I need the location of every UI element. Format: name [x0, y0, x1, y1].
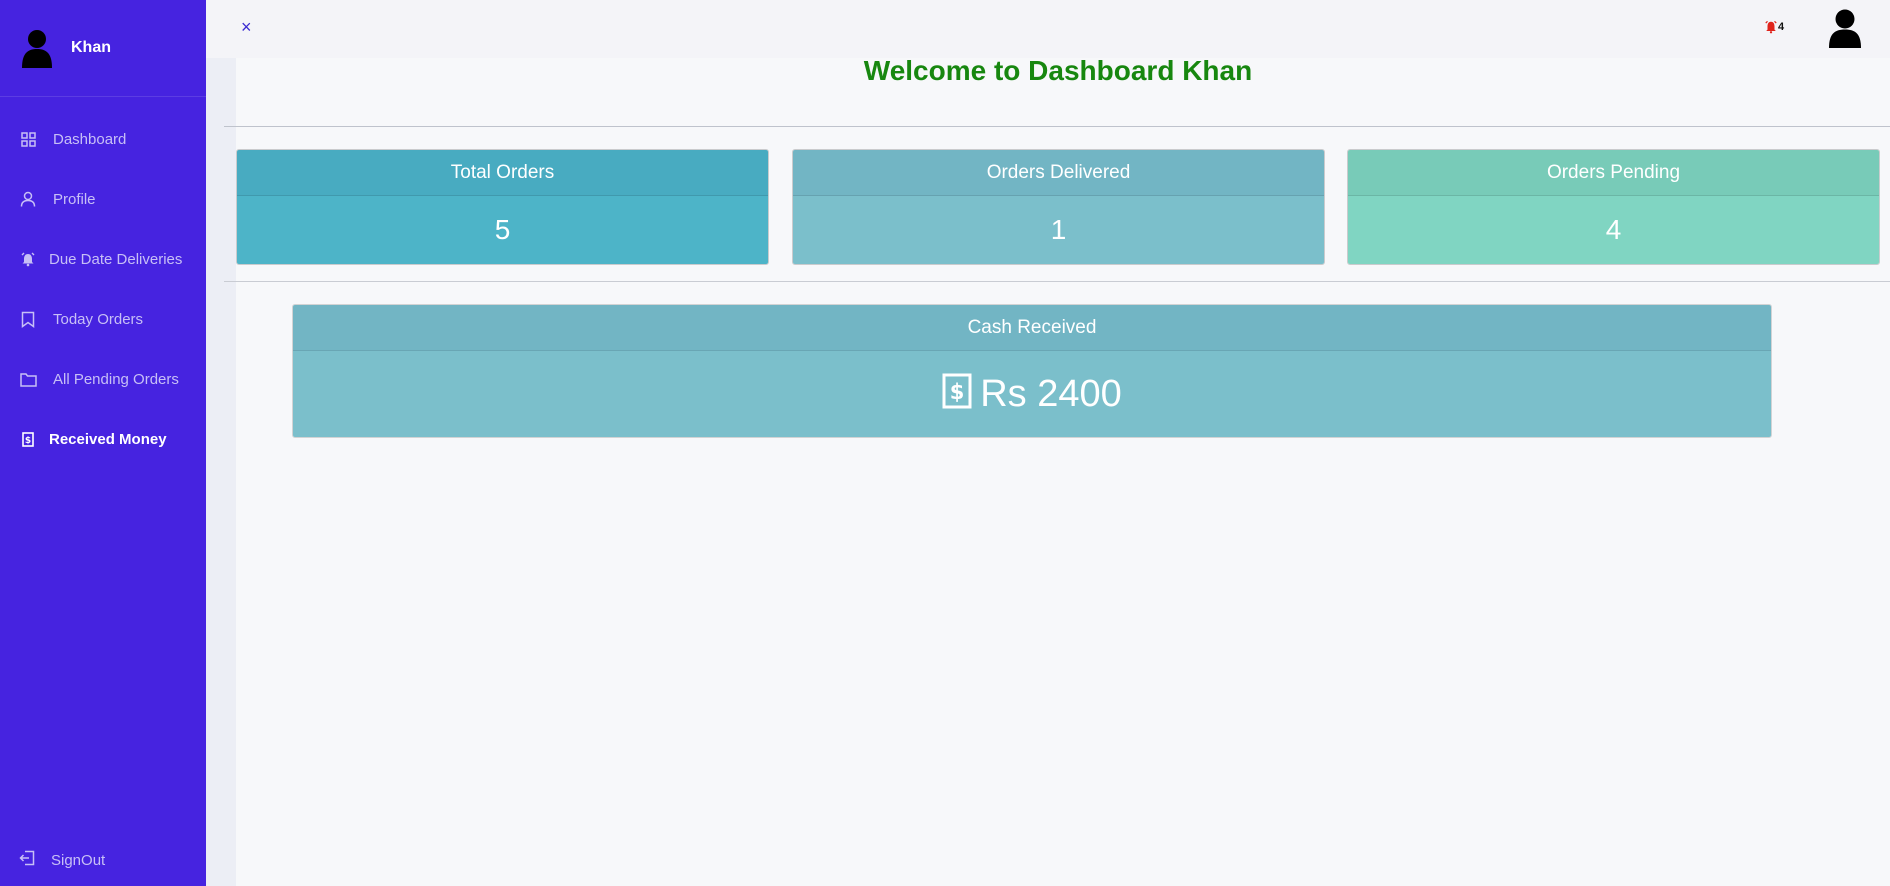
divider	[224, 126, 1890, 127]
grid-icon	[19, 130, 37, 148]
close-sidebar-button[interactable]: ×	[241, 17, 252, 37]
sidebar: Khan Dashboard Profile Due Date Deliveri…	[0, 0, 206, 886]
alarm-icon	[19, 250, 37, 268]
notification-count: 4	[1778, 21, 1785, 33]
user-icon	[19, 190, 37, 208]
signout-label: SignOut	[51, 851, 106, 869]
orders-pending-card: Orders Pending 4	[1347, 149, 1880, 265]
card-value: 4	[1348, 196, 1879, 264]
sidebar-item-all-pending-orders[interactable]: All Pending Orders	[0, 349, 206, 409]
money-bill-icon: $	[19, 430, 37, 448]
topbar: × 4	[206, 0, 1890, 58]
sign-out-icon	[19, 850, 35, 870]
card-title: Orders Delivered	[793, 150, 1324, 196]
signout-button[interactable]: SignOut	[0, 834, 206, 886]
sidebar-item-label: Today Orders	[53, 310, 144, 328]
bookmark-icon	[19, 310, 37, 328]
sidebar-item-label: Profile	[53, 190, 96, 208]
card-title: Total Orders	[237, 150, 768, 196]
notifications-button[interactable]: 4	[1764, 20, 1784, 34]
cash-amount: Rs 2400	[980, 372, 1122, 415]
card-title: Orders Pending	[1348, 150, 1879, 196]
cash-received-card: Cash Received $ Rs 2400	[292, 304, 1772, 438]
sidebar-item-today-orders[interactable]: Today Orders	[0, 289, 206, 349]
sidebar-nav: Dashboard Profile Due Date Deliveries To…	[0, 109, 206, 469]
sidebar-username: Khan	[71, 39, 111, 56]
cash-value-row: $ Rs 2400	[293, 351, 1771, 437]
sidebar-item-received-money[interactable]: $ Received Money	[0, 409, 206, 469]
svg-text:$: $	[950, 380, 965, 404]
avatar-icon	[22, 30, 52, 68]
orders-delivered-card: Orders Delivered 1	[792, 149, 1325, 265]
user-avatar-icon[interactable]	[1828, 8, 1862, 48]
sidebar-item-profile[interactable]: Profile	[0, 169, 206, 229]
sidebar-item-label: Dashboard	[53, 130, 127, 148]
sidebar-item-label: Due Date Deliveries	[49, 250, 183, 268]
card-value: 5	[237, 196, 768, 264]
bell-icon	[1765, 20, 1777, 34]
sidebar-item-label: All Pending Orders	[53, 370, 179, 388]
content-left-gutter	[206, 58, 236, 886]
divider	[224, 281, 1890, 282]
sidebar-item-dashboard[interactable]: Dashboard	[0, 109, 206, 169]
sidebar-user: Khan	[0, 0, 206, 97]
folder-icon	[19, 370, 37, 388]
page-title: Welcome to Dashboard Khan	[863, 55, 1253, 86]
card-value: 1	[793, 196, 1324, 264]
svg-text:$: $	[25, 436, 31, 446]
card-title: Cash Received	[293, 305, 1771, 351]
total-orders-card: Total Orders 5	[236, 149, 769, 265]
money-bill-icon: $	[942, 373, 972, 409]
sidebar-item-label: Received Money	[49, 430, 167, 448]
sidebar-item-due-date-deliveries[interactable]: Due Date Deliveries	[0, 229, 206, 289]
